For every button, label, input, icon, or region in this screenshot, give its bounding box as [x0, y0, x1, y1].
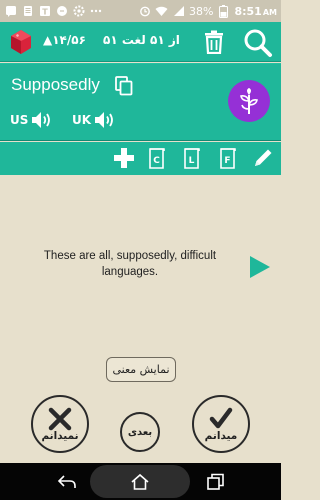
back-button[interactable] — [57, 472, 77, 492]
book-f-button[interactable]: F — [219, 147, 237, 169]
book-f-letter: F — [224, 156, 230, 166]
status-system: 38% 8:51AM — [138, 4, 277, 18]
home-button[interactable] — [130, 472, 150, 492]
add-button[interactable] — [113, 147, 135, 169]
text-icon: T — [38, 5, 51, 18]
dont-know-label: نمیدانم — [41, 429, 79, 442]
delete-button[interactable] — [203, 30, 225, 55]
status-bar: T 38% 8:51AM — [0, 0, 281, 22]
svg-text:T: T — [42, 8, 48, 17]
search-icon — [244, 29, 272, 57]
gem-icon[interactable] — [9, 29, 33, 55]
book-c-button[interactable]: C — [148, 147, 166, 169]
clock-time: 8:51 — [234, 4, 262, 18]
plus-icon — [114, 148, 134, 168]
know-button[interactable]: میدانم — [192, 395, 250, 453]
pronounce-us-button[interactable]: US — [10, 111, 53, 129]
word-counter: ۵۱ از ۵۱ لغت — [103, 33, 180, 47]
plant-icon — [240, 88, 258, 114]
book-l-button[interactable]: L — [183, 147, 201, 169]
chat-icon — [55, 5, 68, 18]
battery-icon — [217, 4, 230, 18]
settings-icon — [72, 5, 85, 18]
trash-icon — [205, 30, 223, 55]
signal-icon — [172, 5, 185, 18]
play-icon — [250, 256, 270, 278]
home-icon — [131, 473, 149, 490]
show-meaning-button[interactable]: نمایش معنی — [106, 357, 176, 382]
book-icon: C — [149, 148, 165, 169]
copy-icon — [115, 76, 133, 96]
progress-indicator: ▲۱۴/۵۶ — [43, 33, 86, 47]
edit-button[interactable] — [252, 147, 274, 169]
pronounce-us-label: US — [10, 113, 29, 127]
next-button[interactable]: بعدی — [120, 412, 160, 452]
copy-button[interactable] — [115, 76, 133, 96]
clock: 8:51AM — [234, 5, 277, 18]
book-icon: L — [184, 148, 200, 169]
recent-apps-button[interactable] — [206, 472, 226, 492]
word-title: Supposedly — [11, 75, 100, 94]
toolbar: C L F — [0, 142, 281, 175]
example-sentence: These are all, supposedly, difficult lan… — [43, 250, 217, 278]
book-c-letter: C — [153, 156, 160, 166]
speaker-icon — [32, 112, 51, 128]
speaker-icon — [95, 112, 113, 128]
message-icon — [4, 5, 17, 18]
content-area: These are all, supposedly, difficult lan… — [0, 175, 281, 463]
play-example-button[interactable] — [249, 255, 271, 279]
category-avatar[interactable] — [228, 80, 270, 122]
document-icon — [21, 5, 34, 18]
pronounce-uk-label: UK — [72, 113, 92, 127]
know-label: میدانم — [204, 429, 238, 442]
search-button[interactable] — [243, 28, 273, 58]
dots-icon — [89, 5, 102, 18]
recent-apps-icon — [207, 473, 224, 490]
top-bar: ▲۱۴/۵۶ ۵۱ از ۵۱ لغت — [0, 22, 281, 62]
pencil-icon — [255, 149, 272, 166]
check-icon — [209, 407, 233, 428]
next-label: بعدی — [127, 426, 153, 438]
book-l-letter: L — [189, 156, 195, 166]
navigation-bar — [0, 463, 281, 500]
battery-percent: 38% — [189, 4, 214, 18]
dont-know-button[interactable]: نمیدانم — [31, 395, 89, 453]
book-icon: F — [220, 148, 236, 169]
word-panel: Supposedly US UK — [0, 63, 281, 141]
back-icon — [57, 475, 76, 488]
clock-ampm: AM — [262, 7, 277, 17]
wifi-icon — [155, 5, 168, 18]
alarm-icon — [138, 5, 151, 18]
status-notifications: T — [4, 5, 102, 18]
pronounce-uk-button[interactable]: UK — [72, 111, 116, 129]
cross-icon — [48, 407, 72, 430]
